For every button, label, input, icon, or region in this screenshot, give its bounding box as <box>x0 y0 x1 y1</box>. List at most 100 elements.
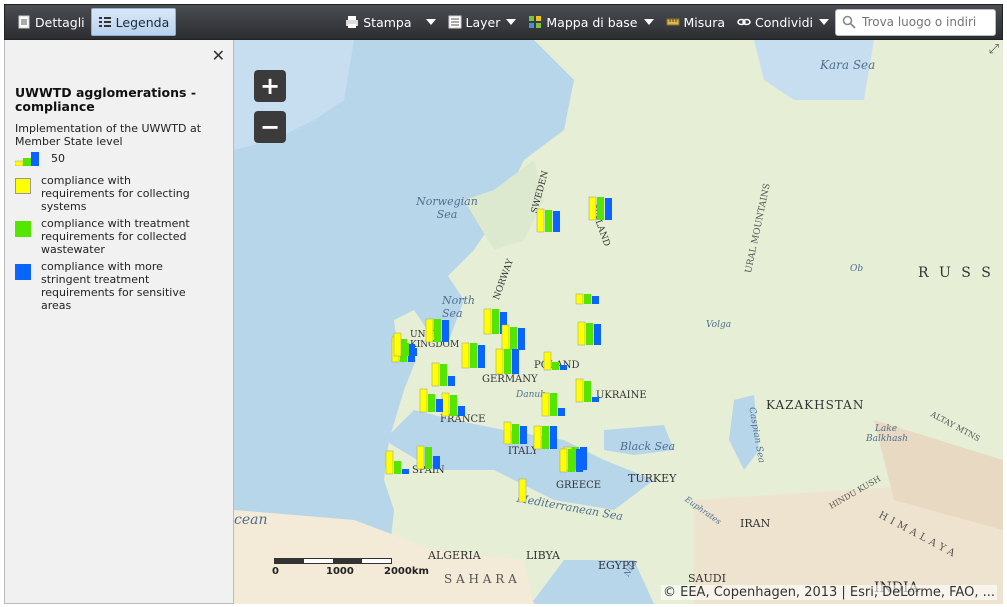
compliance-bar <box>586 323 593 345</box>
compliance-bar <box>501 324 510 351</box>
compliance-bar <box>492 309 499 334</box>
compliance-bar <box>433 456 440 469</box>
compliance-bar <box>440 364 447 386</box>
country-bar-group-baltic[interactable] <box>577 321 601 346</box>
basemap-label: Mappa di base <box>546 14 638 30</box>
compliance-bar <box>518 478 527 503</box>
compliance-bar <box>541 392 550 417</box>
compliance-bar <box>576 449 583 472</box>
legend-list-icon <box>98 17 111 27</box>
chevron-down-icon <box>819 19 829 25</box>
country-bar-group-sweden[interactable] <box>536 208 560 233</box>
compliance-bar <box>431 362 440 387</box>
legend-item-label: compliance with more stringent treatment… <box>41 260 186 312</box>
share-label: Condividi <box>755 14 813 30</box>
compliance-bar <box>584 381 591 402</box>
scale-label-2000: 2000km <box>384 566 429 577</box>
country-bar-group-italy[interactable] <box>503 421 527 445</box>
compliance-bar <box>543 351 552 371</box>
country-bar-group-denmark[interactable] <box>501 324 525 351</box>
chevron-down-icon <box>506 19 517 25</box>
basemap-grid-icon <box>529 16 542 28</box>
country-bar-group-germany[interactable] <box>461 342 485 369</box>
scale-label-1000: 1000 <box>326 566 354 577</box>
country-bar-group-balkan[interactable] <box>563 446 587 471</box>
legend-label: Legenda <box>115 14 170 30</box>
compliance-bar <box>504 349 511 374</box>
compliance-bar <box>410 348 417 356</box>
compliance-bar <box>518 328 525 350</box>
compliance-bar <box>394 461 401 474</box>
country-bar-group-greece[interactable] <box>559 448 583 473</box>
compliance-bar <box>512 349 519 374</box>
compliance-bar <box>592 296 599 304</box>
legend-item-label: compliance with treatment requirements f… <box>41 217 190 256</box>
search-box[interactable] <box>835 8 996 36</box>
print-button[interactable]: Stampa <box>339 8 441 36</box>
scale-label-0: 0 <box>272 566 279 577</box>
expand-icon[interactable]: ⤢ <box>989 42 999 57</box>
compliance-bar <box>458 406 465 416</box>
zoom-out-button[interactable]: − <box>254 111 286 143</box>
legend-item-label: compliance with requirements for collect… <box>41 174 190 213</box>
basemap-button[interactable]: Mappa di base <box>522 8 659 36</box>
legend-panel: ✕ UWWTD agglomerations - compliance Impl… <box>4 40 234 604</box>
toolbar: Dettagli Legenda Stampa Layer Mappa di b… <box>4 4 1003 40</box>
country-bar-group-austria[interactable] <box>495 348 519 375</box>
layer-subtitle: Implementation of the UWWTD at Member St… <box>15 122 202 148</box>
legend-size-value: 50 <box>51 152 65 165</box>
country-bar-group-belgium[interactable] <box>419 388 443 413</box>
country-bar-group-spain[interactable] <box>385 450 409 475</box>
country-bar-group-latvia[interactable] <box>575 293 599 305</box>
legend-bars-icon <box>15 152 39 166</box>
country-bar-group-poland[interactable] <box>543 351 567 371</box>
close-icon[interactable]: ✕ <box>212 46 225 65</box>
compliance-bar <box>428 394 435 412</box>
compliance-bar <box>450 395 457 416</box>
compliance-bar <box>575 293 584 305</box>
compliance-bars-layer <box>385 196 612 503</box>
compliance-bar <box>533 425 542 450</box>
compliance-bar <box>512 424 519 444</box>
country-bar-group-italy2[interactable] <box>533 425 557 450</box>
map-view[interactable]: Kara Sea Norwegian Sea North Sea R U S S… <box>234 40 1003 604</box>
scale-bar <box>274 558 392 564</box>
details-label: Dettagli <box>35 14 85 30</box>
country-bar-group-hungary[interactable] <box>541 392 565 417</box>
print-label: Stampa <box>363 14 412 30</box>
legend-item: compliance with more stringent treatment… <box>15 260 201 312</box>
compliance-bar <box>436 399 443 412</box>
compliance-bar <box>550 393 557 416</box>
compliance-bar <box>520 426 527 444</box>
country-bar-group-ukraine_area[interactable] <box>575 378 599 403</box>
zoom-in-button[interactable]: + <box>254 70 286 102</box>
country-bar-group-spain2[interactable] <box>416 445 440 470</box>
legend-item: compliance with treatment requirements f… <box>15 217 201 256</box>
country-bar-group-malta[interactable] <box>518 478 527 503</box>
compliance-bar <box>483 308 492 335</box>
share-button[interactable]: Condividi <box>731 8 835 36</box>
search-icon <box>842 15 856 29</box>
compliance-bar <box>545 210 552 232</box>
search-input[interactable] <box>862 15 990 29</box>
details-button[interactable]: Dettagli <box>11 8 91 36</box>
compliance-bar <box>425 318 434 343</box>
compliance-bar <box>510 327 517 350</box>
document-icon <box>18 15 30 29</box>
measure-button[interactable]: Misura <box>660 8 732 36</box>
country-bar-group-netherlands[interactable] <box>425 318 449 343</box>
compliance-bar <box>478 345 485 368</box>
yellow-swatch <box>15 178 31 194</box>
compliance-bar <box>552 362 559 370</box>
country-bar-group-france[interactable] <box>441 392 465 417</box>
compliance-bar <box>419 388 428 413</box>
layer-button[interactable]: Layer <box>442 8 523 36</box>
country-bar-group-czech[interactable] <box>431 362 455 387</box>
compliance-bar <box>550 426 557 449</box>
country-bar-group-finland[interactable] <box>588 196 612 221</box>
compliance-bar <box>568 449 575 472</box>
compliance-bar <box>402 469 409 474</box>
legend-button[interactable]: Legenda <box>90 8 177 36</box>
layer-title: UWWTD agglomerations - compliance <box>15 85 197 114</box>
compliance-bar <box>441 392 450 417</box>
